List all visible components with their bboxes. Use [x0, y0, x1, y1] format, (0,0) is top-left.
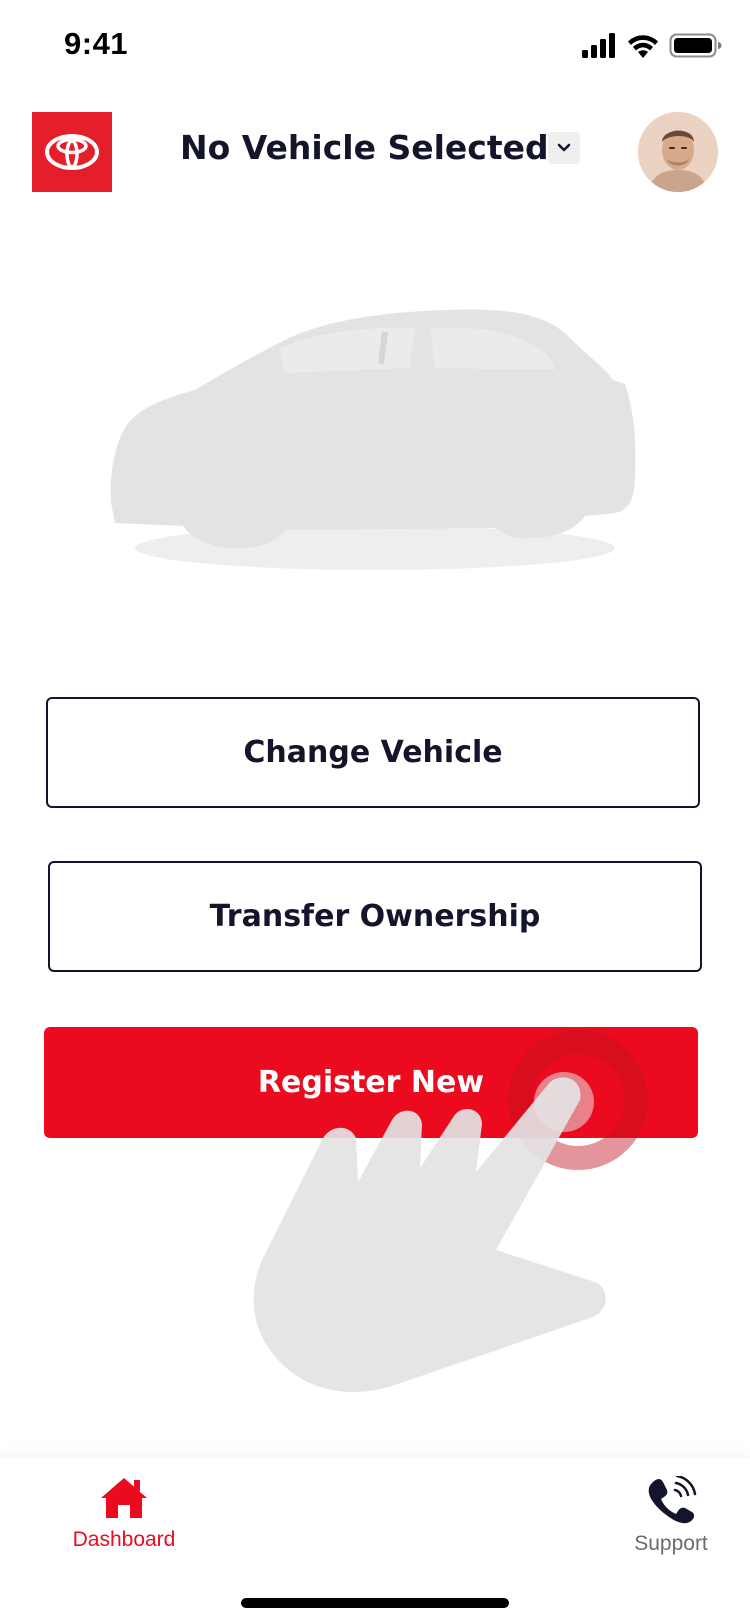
change-vehicle-button[interactable]: Change Vehicle	[46, 697, 700, 808]
transfer-ownership-button[interactable]: Transfer Ownership	[48, 861, 702, 972]
status-time: 9:41	[64, 26, 129, 61]
vehicle-dropdown-button[interactable]	[548, 132, 580, 164]
tab-support[interactable]: Support	[596, 1476, 746, 1556]
register-new-label: Register New	[257, 1065, 485, 1100]
home-icon	[101, 1478, 147, 1518]
vehicle-title[interactable]: No Vehicle Selected	[180, 128, 549, 167]
status-bar: 9:41	[0, 0, 750, 92]
phone-icon	[648, 1476, 697, 1524]
status-icons	[582, 33, 722, 58]
home-indicator	[241, 1598, 509, 1608]
signal-icon	[582, 33, 615, 58]
battery-icon	[669, 33, 722, 58]
tab-dashboard-label: Dashboard	[72, 1528, 176, 1551]
avatar-image	[638, 112, 718, 192]
transfer-ownership-label: Transfer Ownership	[209, 899, 541, 934]
wifi-icon	[628, 35, 658, 58]
tab-dashboard[interactable]: Dashboard	[49, 1476, 199, 1552]
chevron-down-icon	[557, 143, 571, 152]
change-vehicle-label: Change Vehicle	[243, 735, 503, 770]
car-silhouette-image	[85, 298, 705, 598]
register-new-button[interactable]: Register New	[44, 1027, 698, 1138]
tab-support-label: Support	[634, 1532, 708, 1555]
toyota-logo-icon	[32, 112, 112, 192]
user-avatar[interactable]	[638, 112, 718, 192]
